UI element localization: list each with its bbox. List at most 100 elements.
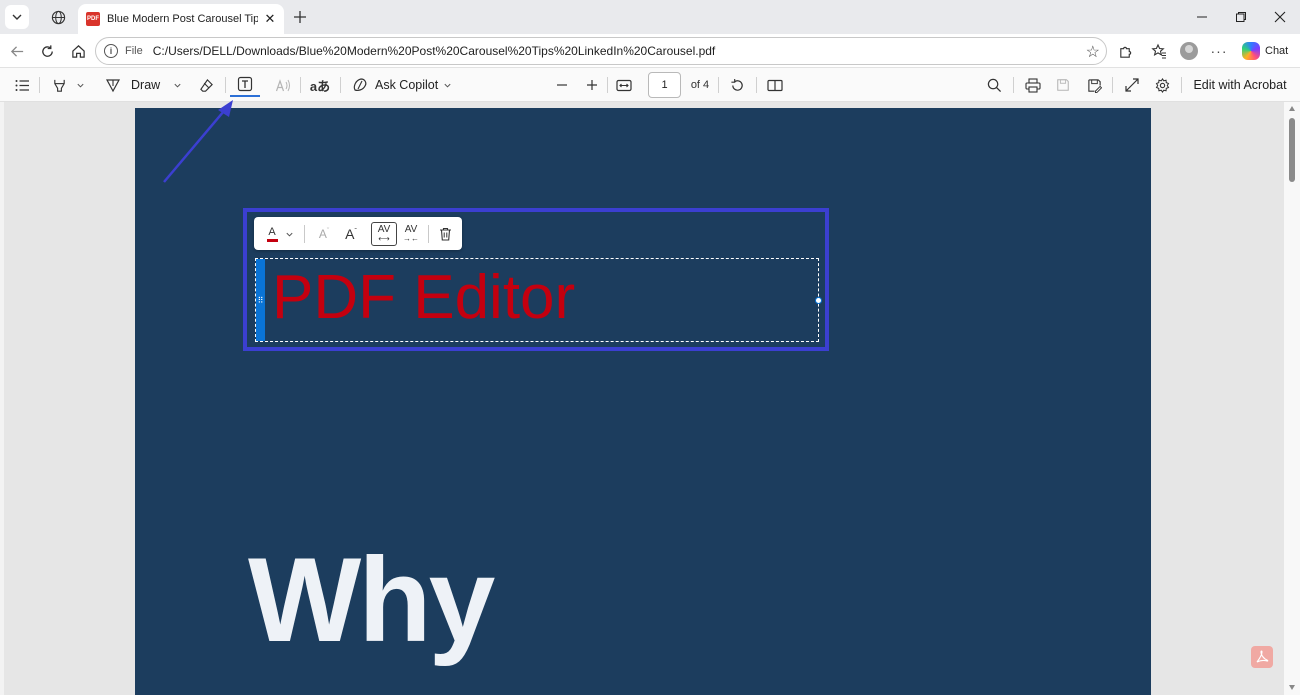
ask-copilot-label: Ask Copilot bbox=[375, 78, 439, 92]
favorites-button[interactable] bbox=[1147, 39, 1171, 63]
minus-icon bbox=[557, 84, 567, 86]
extensions-button[interactable] bbox=[1113, 39, 1137, 63]
add-text-button[interactable] bbox=[230, 73, 260, 97]
favorites-star-icon bbox=[1151, 43, 1166, 59]
fit-width-icon bbox=[616, 79, 632, 91]
pdf-settings-button[interactable] bbox=[1151, 73, 1173, 97]
ask-copilot-dropdown[interactable] bbox=[440, 73, 454, 97]
pdf-viewer: Why A Aˇ Aˆ AV ⟷ AV →← ⠿ PDF Editor bbox=[4, 102, 1284, 695]
resize-handle[interactable] bbox=[815, 297, 822, 304]
toolbar-separator bbox=[756, 77, 757, 93]
page-total-label: of 4 bbox=[690, 79, 710, 91]
settings-more-button[interactable]: ··· bbox=[1207, 39, 1231, 63]
find-button[interactable] bbox=[983, 73, 1005, 97]
font-color-button[interactable]: A bbox=[260, 222, 284, 246]
plus-icon bbox=[587, 80, 597, 90]
translate-button[interactable]: aあ bbox=[308, 73, 332, 97]
workspaces-button[interactable] bbox=[46, 5, 70, 29]
fit-to-page-button[interactable] bbox=[612, 73, 636, 97]
increase-spacing-button[interactable]: AV ⟷ bbox=[371, 222, 397, 246]
trash-icon bbox=[439, 227, 451, 241]
chat-label: Chat bbox=[1265, 45, 1289, 57]
scroll-down-icon[interactable] bbox=[1289, 685, 1295, 690]
close-icon bbox=[1274, 11, 1286, 23]
copilot-chat-button[interactable]: Chat bbox=[1238, 38, 1294, 64]
fullscreen-button[interactable] bbox=[1121, 73, 1143, 97]
edit-with-acrobat-button[interactable]: Edit with Acrobat bbox=[1190, 73, 1290, 97]
globe-icon bbox=[51, 10, 65, 24]
toolbar-separator bbox=[718, 77, 719, 93]
highlight-button[interactable] bbox=[48, 73, 70, 97]
highlight-options-dropdown[interactable] bbox=[73, 73, 87, 97]
gear-icon bbox=[1155, 77, 1169, 93]
site-info-icon[interactable]: i bbox=[104, 44, 118, 58]
increase-font-size-button[interactable]: Aˆ bbox=[339, 222, 363, 246]
pdf-file-icon: PDF bbox=[86, 12, 100, 26]
page-number-input[interactable]: 1 bbox=[648, 72, 681, 98]
save-button[interactable] bbox=[1052, 73, 1074, 97]
address-bar[interactable]: i File C:/Users/DELL/Downloads/Blue%20Mo… bbox=[95, 37, 1107, 65]
home-icon bbox=[71, 44, 85, 58]
home-button[interactable] bbox=[66, 39, 90, 63]
decrease-font-size-button[interactable]: Aˇ bbox=[312, 222, 336, 246]
zoom-out-button[interactable] bbox=[551, 73, 573, 97]
read-aloud-button[interactable] bbox=[272, 73, 294, 97]
tab-actions-menu-button[interactable] bbox=[5, 5, 29, 29]
minimize-icon bbox=[1197, 16, 1207, 18]
print-button[interactable] bbox=[1022, 73, 1044, 97]
draw-button[interactable]: Draw bbox=[105, 73, 175, 97]
save-icon bbox=[1057, 79, 1069, 91]
minimize-button[interactable] bbox=[1182, 0, 1222, 34]
copilot-logo-icon bbox=[1242, 42, 1260, 60]
text-box-icon bbox=[237, 76, 253, 92]
save-as-icon bbox=[1087, 78, 1102, 93]
refresh-icon bbox=[41, 44, 53, 57]
edited-text[interactable]: PDF Editor bbox=[272, 267, 575, 329]
list-icon bbox=[15, 79, 29, 91]
refresh-button[interactable] bbox=[35, 39, 59, 63]
scroll-up-icon[interactable] bbox=[1289, 106, 1295, 111]
decrease-spacing-button[interactable]: AV →← bbox=[399, 222, 423, 246]
browser-tab-active[interactable]: PDF Blue Modern Post Carousel Tips Li ✕ bbox=[78, 4, 284, 34]
draw-label: Draw bbox=[131, 78, 161, 92]
url-text[interactable]: C:/Users/DELL/Downloads/Blue%20Modern%20… bbox=[153, 44, 716, 58]
favorite-star-icon[interactable]: ☆ bbox=[1086, 42, 1100, 62]
copilot-icon bbox=[353, 78, 367, 91]
zoom-in-button[interactable] bbox=[581, 73, 603, 97]
puzzle-icon bbox=[1119, 46, 1131, 58]
toolbar-separator bbox=[1181, 77, 1182, 93]
scrollbar-thumb[interactable] bbox=[1289, 118, 1295, 182]
highlighter-icon bbox=[53, 79, 65, 92]
back-button[interactable] bbox=[5, 39, 29, 63]
new-tab-button[interactable] bbox=[289, 6, 311, 28]
printer-icon bbox=[1025, 77, 1041, 93]
ask-copilot-button[interactable]: Ask Copilot bbox=[352, 73, 442, 97]
font-color-icon: A bbox=[266, 226, 278, 242]
plus-icon bbox=[294, 11, 306, 23]
toolbar-separator bbox=[225, 77, 226, 93]
editable-text-box[interactable]: ⠿ PDF Editor bbox=[255, 258, 822, 342]
vertical-scrollbar[interactable] bbox=[1284, 102, 1300, 695]
toolbar-separator bbox=[340, 77, 341, 93]
rotate-button[interactable] bbox=[725, 73, 749, 97]
profile-avatar[interactable] bbox=[1180, 42, 1198, 60]
acrobat-logo-icon bbox=[1256, 650, 1269, 663]
tab-strip: PDF Blue Modern Post Carousel Tips Li ✕ bbox=[0, 0, 1300, 34]
erase-button[interactable] bbox=[195, 73, 217, 97]
save-as-button[interactable] bbox=[1083, 73, 1105, 97]
drag-handle-icon[interactable]: ⠿ bbox=[256, 259, 265, 341]
toolbar-separator bbox=[39, 77, 40, 93]
decrease-font-size-icon: Aˇ bbox=[318, 227, 330, 241]
expand-icon bbox=[1125, 78, 1139, 92]
delete-text-button[interactable] bbox=[433, 222, 457, 246]
font-color-dropdown[interactable] bbox=[282, 222, 296, 246]
close-window-button[interactable] bbox=[1260, 0, 1300, 34]
contents-button[interactable] bbox=[11, 73, 33, 97]
toolbar-separator bbox=[304, 225, 305, 243]
page-view-button[interactable] bbox=[763, 73, 787, 97]
close-tab-icon[interactable]: ✕ bbox=[262, 11, 278, 27]
draw-pen-icon bbox=[105, 79, 121, 93]
draw-options-dropdown[interactable] bbox=[170, 73, 184, 97]
restore-button[interactable] bbox=[1221, 0, 1261, 34]
acrobat-icon[interactable] bbox=[1251, 646, 1273, 668]
